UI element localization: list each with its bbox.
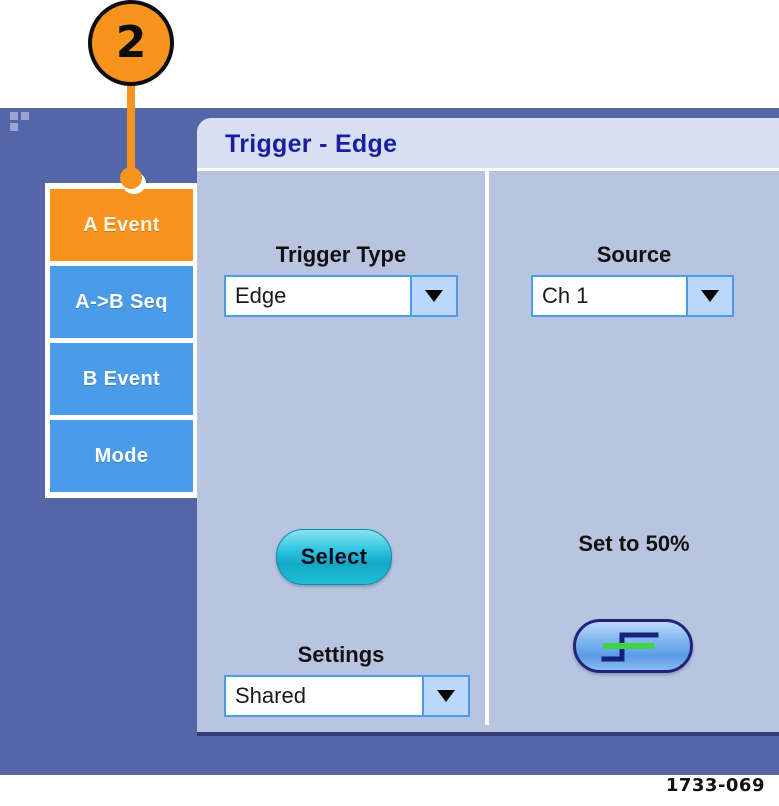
select-button[interactable]: Select xyxy=(276,529,392,585)
sidebar-item-label: A Event xyxy=(83,213,160,236)
settings-combobox[interactable]: Shared xyxy=(224,675,470,717)
sidebar-item-a-event[interactable]: A Event xyxy=(50,189,193,261)
sidebar-item-label: Mode xyxy=(94,444,149,467)
source-value: Ch 1 xyxy=(533,277,686,315)
sidebar-item-mode[interactable]: Mode xyxy=(50,420,193,492)
trigger-type-label: Trigger Type xyxy=(275,242,407,267)
chevron-down-icon[interactable] xyxy=(410,277,456,315)
page-title: Trigger - Edge xyxy=(225,130,398,158)
trigger-type-value: Edge xyxy=(226,277,410,315)
set-to-50-label: Set to 50% xyxy=(578,531,690,556)
settings-value: Shared xyxy=(226,677,422,715)
callout-step-number: 2 xyxy=(115,17,147,68)
trigger-edge-dialog: Trigger - Edge Trigger Type Edge Select … xyxy=(197,118,779,732)
trigger-event-tab-list: A Event A->B Seq B Event Mode xyxy=(45,183,198,498)
set-to-50-button[interactable] xyxy=(573,619,693,673)
right-column: Source Ch 1 Set to 50% xyxy=(489,171,779,732)
sidebar-item-b-event[interactable]: B Event xyxy=(50,343,193,415)
settings-label: Settings xyxy=(297,642,385,667)
select-button-label: Select xyxy=(300,544,368,569)
callout-endpoint-dot xyxy=(120,167,142,189)
sidebar-item-label: A->B Seq xyxy=(75,290,168,313)
sidebar-item-label: B Event xyxy=(82,367,161,390)
sidebar-item-a-to-b-seq[interactable]: A->B Seq xyxy=(50,266,193,338)
rising-edge-trigger-level-icon xyxy=(601,632,659,662)
figure-caption: 1733-069 xyxy=(665,775,765,796)
source-label: Source xyxy=(596,242,672,267)
chevron-down-icon[interactable] xyxy=(686,277,732,315)
left-column: Trigger Type Edge Select Settings Shared xyxy=(197,171,485,732)
callout-step-badge: 2 xyxy=(88,0,174,86)
window-corner-glyph-icon xyxy=(10,112,32,134)
chevron-down-icon[interactable] xyxy=(422,677,468,715)
trigger-type-combobox[interactable]: Edge xyxy=(224,275,458,317)
source-combobox[interactable]: Ch 1 xyxy=(531,275,734,317)
